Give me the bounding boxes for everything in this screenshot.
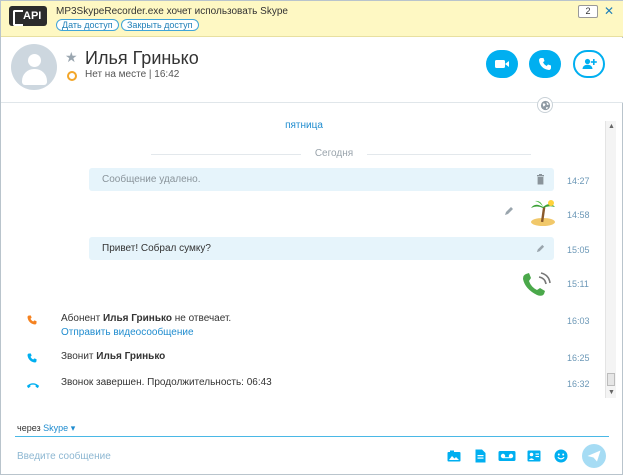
call-button[interactable]	[529, 50, 561, 78]
event-prefix: Абонент	[61, 313, 103, 324]
send-button[interactable]	[582, 444, 606, 468]
via-prefix: через	[17, 423, 41, 433]
event-caller-name: Илья Гринько	[102, 313, 172, 324]
emoticon-icon[interactable]	[554, 449, 568, 463]
header-divider	[1, 102, 623, 103]
send-arrow-icon	[587, 450, 601, 462]
notification-count[interactable]: 2	[578, 5, 598, 18]
pencil-icon	[536, 237, 545, 262]
video-call-icon	[495, 60, 509, 68]
add-contact-icon	[582, 58, 597, 69]
via-service: Skype	[43, 423, 69, 433]
deny-access-button[interactable]: Закрыть доступ	[121, 19, 199, 31]
conversation-area: пятница Сегодня Сообщение удалено. 14:27	[1, 111, 607, 411]
contact-status: Нет на месте | 16:42	[85, 69, 180, 80]
api-plug-icon: API	[9, 6, 47, 26]
message-text: Привет! Собрал сумку?	[102, 243, 211, 254]
message-bubble[interactable]: Привет! Собрал сумку?	[89, 237, 554, 260]
send-file-icon[interactable]	[475, 449, 489, 463]
event-suffix: не отвечает.	[171, 313, 232, 324]
message-time: 14:58	[567, 210, 590, 220]
event-time: 16:32	[567, 379, 590, 389]
add-contact-button[interactable]	[573, 50, 605, 78]
event-time: 16:03	[567, 316, 590, 326]
contact-header: ★ Илья Гринько Нет на месте | 16:42	[1, 38, 623, 103]
message-time: 15:11	[567, 279, 589, 289]
scroll-up-arrow-icon[interactable]: ▲	[608, 123, 615, 130]
pencil-icon	[504, 203, 514, 221]
island-emoticon-icon	[529, 199, 557, 227]
video-call-button[interactable]	[486, 50, 518, 78]
send-contacts-icon[interactable]	[527, 449, 541, 463]
event-time: 16:25	[567, 353, 590, 363]
incoming-call-icon	[26, 351, 40, 365]
notification-message: MP3SkypeRecorder.exe хочет использовать …	[56, 6, 288, 17]
message-input[interactable]	[17, 448, 437, 464]
avatar[interactable]	[11, 44, 57, 90]
message-text: Сообщение удалено.	[102, 174, 201, 185]
away-status-icon	[67, 71, 77, 81]
call-ended-icon	[26, 377, 40, 391]
contact-name[interactable]: Илья Гринько	[85, 48, 199, 69]
notification-bar: API MP3SkypeRecorder.exe хочет использов…	[1, 1, 623, 37]
avatar-head-shape	[28, 54, 41, 67]
chevron-down-icon: ▾	[70, 423, 76, 433]
favorite-star-icon[interactable]: ★	[65, 49, 78, 66]
trash-icon	[536, 168, 545, 194]
message-time: 15:05	[567, 245, 590, 255]
chat-scrollbar[interactable]: ▲ ▼	[605, 121, 616, 398]
call-event-text: Абонент Илья Гринько не отвечает.	[61, 313, 231, 324]
call-ended-text: Звонок завершен. Продолжительность: 06:4…	[61, 377, 272, 388]
phone-emoticon-icon	[521, 271, 553, 299]
event-caller-name: Илья Гринько	[96, 351, 166, 362]
scroll-down-arrow-icon[interactable]: ▼	[608, 389, 615, 396]
avatar-body-shape	[22, 69, 47, 85]
close-icon[interactable]: ✕	[602, 4, 616, 18]
call-event-text: Звонит Илья Гринько	[61, 351, 165, 362]
event-prefix: Звонит	[61, 351, 97, 362]
message-bubble-deleted[interactable]: Сообщение удалено.	[89, 168, 554, 191]
video-message-icon[interactable]	[498, 449, 516, 463]
scrollbar-thumb[interactable]	[607, 373, 615, 386]
missed-call-icon	[26, 313, 40, 327]
send-image-icon[interactable]	[447, 449, 461, 463]
phone-icon	[539, 58, 551, 70]
compose-divider	[15, 436, 609, 437]
allow-access-button[interactable]: Дать доступ	[56, 19, 119, 31]
send-via-selector[interactable]: через Skype ▾	[17, 423, 75, 434]
skype-chat-window: API MP3SkypeRecorder.exe хочет использов…	[0, 0, 623, 475]
message-time: 14:27	[567, 176, 590, 186]
send-video-message-link[interactable]: Отправить видеосообщение	[61, 327, 194, 338]
day-link-friday[interactable]: пятница	[1, 120, 607, 131]
date-separator-today: Сегодня	[301, 148, 367, 159]
